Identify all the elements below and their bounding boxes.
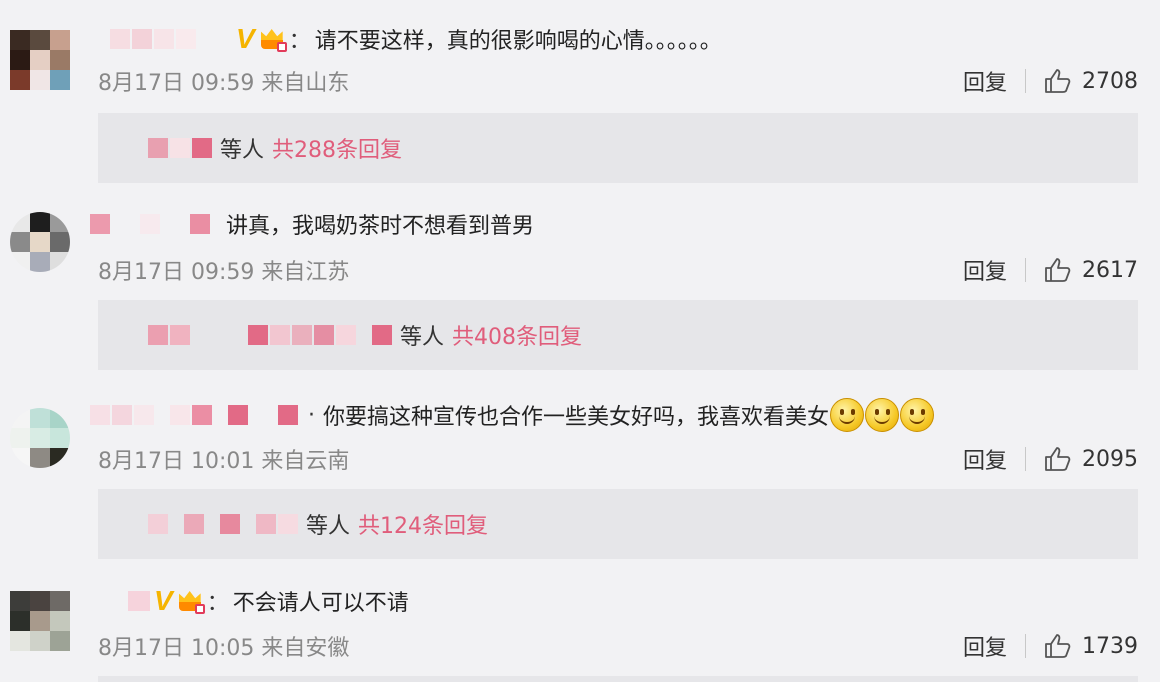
reply-button[interactable]: 回复 — [963, 254, 1007, 286]
replies-summary[interactable] — [98, 676, 1138, 682]
like-count: 2708 — [1082, 68, 1138, 94]
replies-count-link[interactable]: 共124条回复 — [358, 508, 488, 540]
replies-count-link[interactable]: 共288条回复 — [272, 132, 402, 164]
name-colon: ： — [206, 591, 229, 616]
verified-v-icon: V — [154, 585, 173, 616]
user-name-row[interactable]: · 你要搞这种宣传也合作一些美女好吗，我喜欢看美女 — [90, 398, 935, 432]
comment-meta: 8月17日 09:59 来自山东 — [98, 71, 350, 96]
avatar[interactable] — [10, 30, 70, 90]
thumbs-up-icon[interactable] — [1044, 257, 1072, 283]
comment-actions: 回复 2708 — [963, 65, 1138, 97]
replier-names — [148, 325, 394, 345]
replies-summary[interactable]: 等人 共408条回复 — [98, 300, 1138, 370]
replies-summary[interactable]: 等人 共288条回复 — [98, 113, 1138, 183]
comment-text: 请不要这样，真的很影响喝的心情。。。。。。 — [314, 29, 722, 54]
comment-text: 不会请人可以不请 — [232, 591, 409, 616]
avatar[interactable] — [10, 212, 70, 272]
comment-meta: 8月17日 09:59 来自江苏 — [98, 260, 350, 285]
replies-prefix: 等人 — [220, 138, 265, 163]
verified-v-icon: V — [236, 23, 255, 54]
comment-meta: 8月17日 10:01 来自云南 — [98, 449, 350, 474]
replies-prefix: 等人 — [306, 514, 351, 539]
user-name-row[interactable]: V ： 不会请人可以不请 — [128, 584, 409, 618]
replier-names — [148, 138, 214, 158]
avatar[interactable] — [10, 408, 70, 468]
comment-actions: 回复 2617 — [963, 254, 1138, 286]
crown-icon — [259, 27, 287, 52]
divider — [1025, 634, 1026, 658]
divider — [1025, 69, 1026, 93]
comment-text: 讲真，我喝奶茶时不想看到普男 — [226, 214, 535, 239]
thumbs-up-icon[interactable] — [1044, 633, 1072, 659]
thumbs-up-icon[interactable] — [1044, 446, 1072, 472]
divider — [1025, 447, 1026, 471]
thumbs-up-icon[interactable] — [1044, 68, 1072, 94]
user-name-row[interactable]: V ： 请不要这样，真的很影响喝的心情。。。。。。 — [110, 22, 722, 56]
comment-meta: 8月17日 10:05 来自安徽 — [98, 636, 350, 661]
replies-summary[interactable]: 等人 共124条回复 — [98, 489, 1138, 559]
like-count: 2617 — [1082, 257, 1138, 283]
divider — [1025, 258, 1026, 282]
comment-text: 你要搞这种宣传也合作一些美女好吗，我喜欢看美女 — [323, 405, 830, 430]
replies-prefix: 等人 — [400, 325, 445, 350]
comment-actions: 回复 2095 — [963, 443, 1138, 475]
smile-emoji-icon — [900, 398, 935, 432]
reply-button[interactable]: 回复 — [963, 443, 1007, 475]
user-name-row[interactable]: 讲真，我喝奶茶时不想看到普男 — [90, 207, 534, 241]
replier-names — [148, 514, 300, 534]
name-colon: ： — [288, 29, 311, 54]
smile-emoji-icon — [865, 398, 900, 432]
replies-count-link[interactable]: 共408条回复 — [452, 319, 582, 351]
name-separator: · — [308, 402, 315, 428]
avatar[interactable] — [10, 591, 70, 651]
reply-button[interactable]: 回复 — [963, 630, 1007, 662]
smile-emoji-icon — [830, 398, 865, 432]
like-count: 2095 — [1082, 446, 1138, 472]
reply-button[interactable]: 回复 — [963, 65, 1007, 97]
comment-actions: 回复 1739 — [963, 630, 1138, 662]
like-count: 1739 — [1082, 633, 1138, 659]
crown-icon — [177, 589, 205, 614]
